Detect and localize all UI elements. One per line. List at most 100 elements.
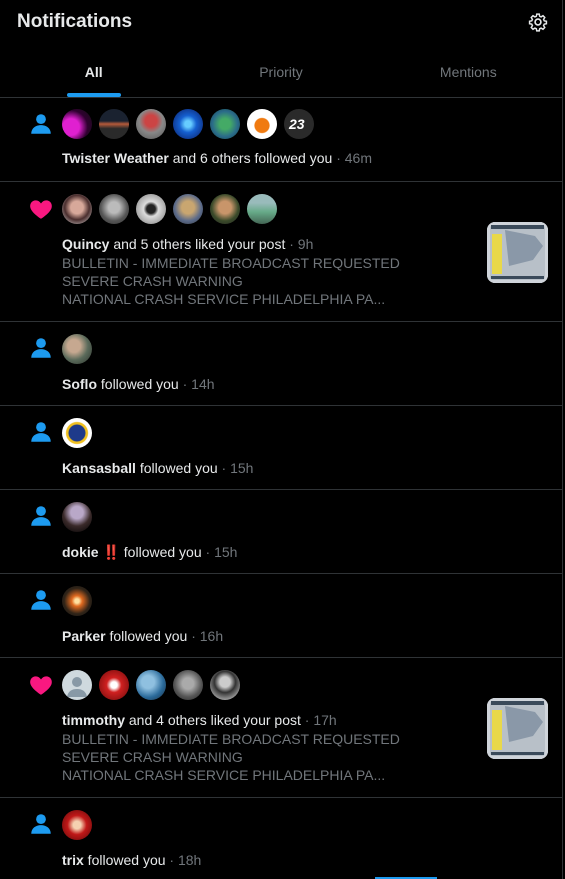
user-name[interactable]: dokie xyxy=(62,544,99,560)
person-icon xyxy=(31,422,51,442)
preview-line: NATIONAL CRASH SERVICE PHILADELPHIA PA..… xyxy=(62,291,386,307)
tab-bar: All Priority Mentions xyxy=(0,44,562,98)
notification-text: trix followed you · 18h xyxy=(62,852,201,868)
map-image xyxy=(487,698,548,759)
avatar[interactable] xyxy=(247,194,277,224)
tab-mentions[interactable]: Mentions xyxy=(375,44,562,97)
notification-text: dokie ‼️ followed you · 15h xyxy=(62,544,237,561)
notification-text: Soflo followed you · 14h xyxy=(62,376,215,392)
notification-item[interactable]: Quincy and 5 others liked your post · 9h… xyxy=(0,182,562,322)
avatar[interactable] xyxy=(62,109,92,139)
timestamp: · 46m xyxy=(332,150,372,166)
avatar-group xyxy=(62,502,92,532)
person-icon xyxy=(31,506,51,526)
post-thumbnail[interactable] xyxy=(487,222,548,283)
timestamp: · 15h xyxy=(201,544,238,560)
notification-text: Kansasball followed you · 15h xyxy=(62,460,253,476)
tab-priority[interactable]: Priority xyxy=(187,44,374,97)
notifications-panel: Notifications All Priority Mentions 23 T… xyxy=(0,0,563,879)
notification-item[interactable]: timmothy and 4 others liked your post · … xyxy=(0,658,562,798)
active-tab-indicator xyxy=(66,93,121,97)
notification-action: and 5 others liked your post xyxy=(109,236,286,252)
avatar[interactable] xyxy=(136,670,166,700)
avatar[interactable] xyxy=(99,194,129,224)
avatar-group xyxy=(62,334,92,364)
avatar-group xyxy=(62,810,92,840)
user-name[interactable]: timmothy xyxy=(62,712,125,728)
timestamp: · 15h xyxy=(217,460,254,476)
person-icon xyxy=(31,338,51,358)
person-icon xyxy=(31,814,51,834)
timestamp: · 16h xyxy=(187,628,224,644)
notification-item[interactable]: dokie ‼️ followed you · 15h xyxy=(0,490,562,574)
gear-icon[interactable] xyxy=(528,12,548,32)
timestamp: · 17h xyxy=(300,712,337,728)
user-name[interactable]: trix xyxy=(62,852,84,868)
avatar[interactable] xyxy=(136,109,166,139)
avatar[interactable] xyxy=(99,109,129,139)
avatar[interactable] xyxy=(62,586,92,616)
notification-action: followed you xyxy=(83,852,166,868)
user-name[interactable]: Parker xyxy=(62,628,106,644)
user-name[interactable]: Kansasball xyxy=(62,460,136,476)
avatar[interactable] xyxy=(62,502,92,532)
notification-action: followed you xyxy=(105,628,188,644)
notification-item[interactable]: Kansasball followed you · 15h xyxy=(0,406,562,490)
avatar-group xyxy=(62,670,240,700)
timestamp: · 9h xyxy=(285,236,314,252)
avatar[interactable] xyxy=(173,194,203,224)
map-image xyxy=(487,222,548,283)
avatar-group xyxy=(62,418,92,448)
preview-line: BULLETIN - IMMEDIATE BROADCAST REQUESTED xyxy=(62,255,400,271)
avatar[interactable]: 23 xyxy=(284,109,314,139)
notification-text: Quincy and 5 others liked your post · 9h xyxy=(62,236,313,252)
avatar[interactable] xyxy=(62,418,92,448)
avatar[interactable] xyxy=(173,670,203,700)
user-name[interactable]: Soflo xyxy=(62,376,97,392)
double-exclamation-emoji: ‼️ xyxy=(98,544,120,560)
user-name[interactable]: Twister Weather xyxy=(62,150,169,166)
avatar[interactable] xyxy=(173,109,203,139)
user-name[interactable]: Quincy xyxy=(62,236,109,252)
heart-icon xyxy=(30,676,52,695)
notification-text: Twister Weather and 6 others followed yo… xyxy=(62,150,372,166)
avatar[interactable] xyxy=(62,810,92,840)
avatar[interactable] xyxy=(136,194,166,224)
avatar[interactable] xyxy=(99,670,129,700)
avatar[interactable] xyxy=(62,670,92,700)
notification-item[interactable]: trix followed you · 18h xyxy=(0,798,562,878)
avatar[interactable] xyxy=(210,109,240,139)
avatar[interactable] xyxy=(62,194,92,224)
avatar[interactable] xyxy=(210,194,240,224)
timestamp: · 14h xyxy=(178,376,215,392)
post-thumbnail[interactable] xyxy=(487,698,548,759)
notification-action: followed you xyxy=(119,544,202,560)
tab-all[interactable]: All xyxy=(0,44,187,97)
avatar[interactable] xyxy=(247,109,277,139)
post-preview: BULLETIN - IMMEDIATE BROADCAST REQUESTED… xyxy=(62,730,400,784)
avatar-group: 23 xyxy=(62,109,314,139)
avatar-group xyxy=(62,194,277,224)
avatar[interactable] xyxy=(62,334,92,364)
notification-list: 23 Twister Weather and 6 others followed… xyxy=(0,98,562,878)
preview-line: BULLETIN - IMMEDIATE BROADCAST REQUESTED xyxy=(62,731,400,747)
notification-action: and 4 others liked your post xyxy=(125,712,301,728)
avatar-group xyxy=(62,586,92,616)
preview-line: SEVERE CRASH WARNING xyxy=(62,749,243,765)
notification-item[interactable]: Soflo followed you · 14h xyxy=(0,322,562,406)
person-icon xyxy=(31,590,51,610)
notification-item[interactable]: Parker followed you · 16h xyxy=(0,574,562,658)
notification-action: and 6 others followed you xyxy=(168,150,333,166)
preview-line: NATIONAL CRASH SERVICE PHILADELPHIA PA..… xyxy=(62,767,386,783)
notification-text: timmothy and 4 others liked your post · … xyxy=(62,712,337,728)
notification-text: Parker followed you · 16h xyxy=(62,628,223,644)
tab-label: Mentions xyxy=(439,64,497,80)
avatar[interactable] xyxy=(210,670,240,700)
page-title: Notifications xyxy=(17,11,133,32)
person-icon xyxy=(31,114,51,134)
post-preview: BULLETIN - IMMEDIATE BROADCAST REQUESTED… xyxy=(62,254,400,308)
heart-icon xyxy=(30,200,52,219)
tab-label: All xyxy=(84,64,103,80)
header: Notifications xyxy=(0,0,562,44)
notification-item[interactable]: 23 Twister Weather and 6 others followed… xyxy=(0,98,562,182)
